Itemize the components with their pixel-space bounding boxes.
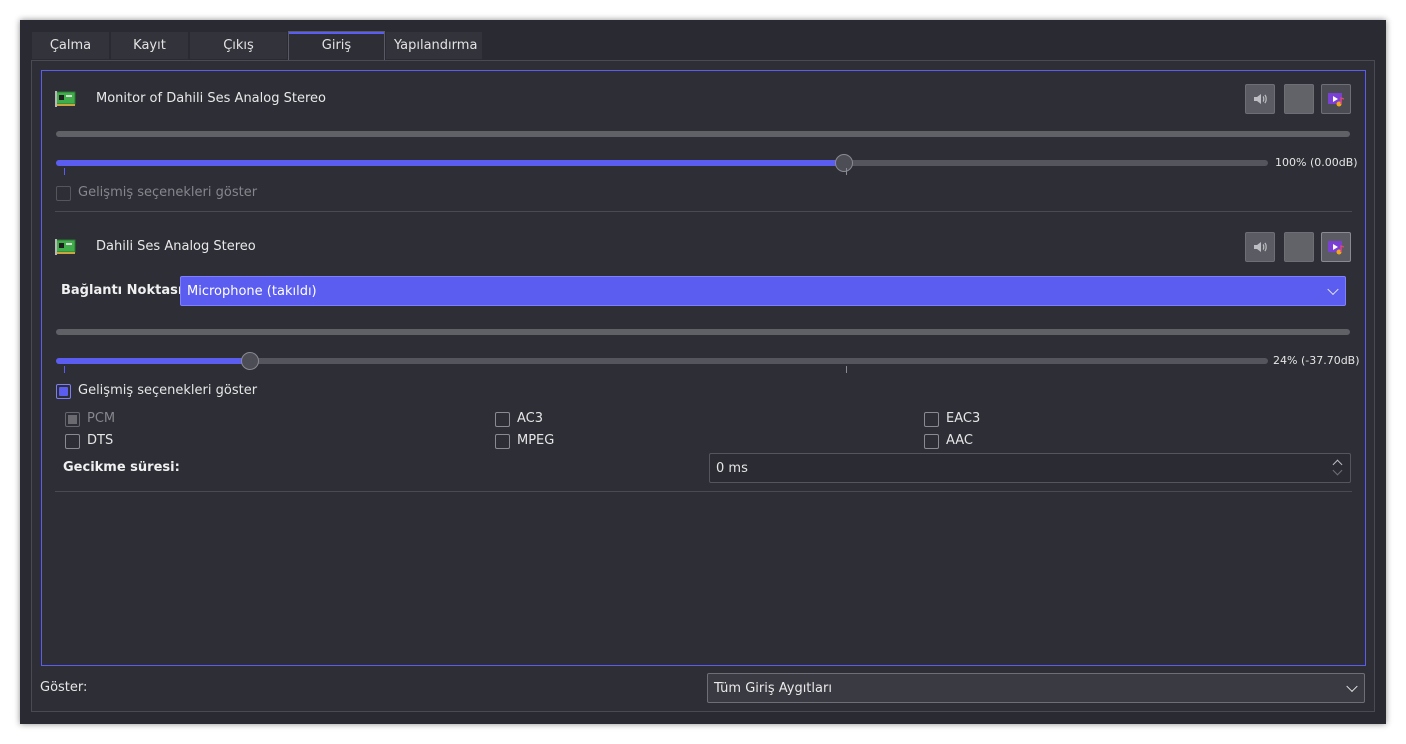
format-ac3-label: AC3 bbox=[517, 411, 544, 426]
chevron-down-icon bbox=[1327, 283, 1339, 296]
port-label: Bağlantı Noktası: bbox=[61, 283, 188, 298]
sound-card-icon bbox=[55, 91, 76, 107]
device-list[interactable]: Monitor of Dahili Ses Analog Stereo 100%… bbox=[41, 70, 1366, 666]
peak-meter bbox=[56, 329, 1350, 335]
mute-button[interactable] bbox=[1245, 84, 1275, 114]
slider-handle[interactable] bbox=[835, 154, 853, 172]
media-default-icon bbox=[1328, 93, 1345, 107]
tab-pane: Monitor of Dahili Ses Analog Stereo 100%… bbox=[31, 60, 1375, 712]
format-ac3-checkbox[interactable] bbox=[495, 412, 510, 427]
slider-fill bbox=[56, 160, 844, 166]
volume-slider[interactable] bbox=[56, 352, 1268, 373]
slider-fill bbox=[56, 358, 250, 364]
set-default-button[interactable] bbox=[1321, 232, 1351, 262]
set-default-button[interactable] bbox=[1321, 84, 1351, 114]
volume-label: 24% (-37.70dB) bbox=[1273, 354, 1360, 367]
slider-tick bbox=[64, 366, 65, 373]
device-separator bbox=[55, 491, 1352, 492]
tab-bar: Çalma Kayıt Çıkış Aygıtları Giriş Aygıtl… bbox=[31, 31, 483, 81]
lock-channels-button[interactable] bbox=[1284, 232, 1314, 262]
slider-handle[interactable] bbox=[241, 352, 259, 370]
tab-playback[interactable]: Çalma bbox=[31, 31, 110, 59]
advanced-options-label: Gelişmiş seçenekleri göster bbox=[78, 185, 258, 200]
lock-channels-button[interactable] bbox=[1284, 84, 1314, 114]
format-eac3-label: EAC3 bbox=[946, 411, 981, 426]
format-aac-checkbox[interactable] bbox=[924, 434, 939, 449]
tab-input-devices[interactable]: Giriş Aygıtları bbox=[288, 31, 385, 81]
device-separator bbox=[55, 211, 1352, 212]
speaker-icon bbox=[1254, 242, 1267, 252]
format-pcm-checkbox[interactable] bbox=[65, 412, 80, 427]
format-aac-label: AAC bbox=[946, 433, 973, 448]
latency-label: Gecikme süresi: bbox=[63, 460, 180, 475]
format-pcm-label: PCM bbox=[87, 411, 116, 426]
peak-meter bbox=[56, 131, 1350, 137]
slider-tick bbox=[846, 366, 847, 373]
format-eac3-checkbox[interactable] bbox=[924, 412, 939, 427]
spin-down-icon[interactable] bbox=[1332, 465, 1343, 476]
show-filter-value: Tüm Giriş Aygıtları bbox=[714, 680, 832, 696]
latency-spinbox[interactable]: 0 ms bbox=[709, 453, 1351, 483]
format-dts-checkbox[interactable] bbox=[65, 434, 80, 449]
speaker-icon bbox=[1254, 94, 1267, 104]
port-select[interactable]: Microphone (takıldı) bbox=[180, 276, 1346, 306]
tab-configuration[interactable]: Yapılandırma bbox=[385, 31, 483, 59]
chevron-down-icon bbox=[1346, 680, 1358, 693]
slider-tick bbox=[64, 168, 65, 175]
port-select-value: Microphone (takıldı) bbox=[187, 283, 317, 299]
slider-tick bbox=[846, 168, 847, 175]
media-default-icon bbox=[1328, 241, 1345, 255]
device-title: Monitor of Dahili Ses Analog Stereo bbox=[96, 91, 326, 106]
show-filter-select[interactable]: Tüm Giriş Aygıtları bbox=[707, 673, 1365, 703]
latency-value: 0 ms bbox=[716, 460, 748, 476]
show-label: Göster: bbox=[40, 680, 88, 695]
mute-button[interactable] bbox=[1245, 232, 1275, 262]
tab-output-devices[interactable]: Çıkış Aygıtları bbox=[189, 31, 288, 81]
pulseaudio-volume-control-window: Çalma Kayıt Çıkış Aygıtları Giriş Aygıtl… bbox=[20, 20, 1386, 724]
advanced-options-label: Gelişmiş seçenekleri göster bbox=[78, 383, 258, 398]
tab-recording[interactable]: Kayıt bbox=[110, 31, 189, 59]
volume-slider[interactable] bbox=[56, 154, 1268, 175]
advanced-options-checkbox[interactable] bbox=[56, 384, 71, 399]
advanced-options-checkbox[interactable] bbox=[56, 186, 71, 201]
format-mpeg-label: MPEG bbox=[517, 433, 555, 448]
format-mpeg-checkbox[interactable] bbox=[495, 434, 510, 449]
volume-label: 100% (0.00dB) bbox=[1275, 156, 1358, 169]
sound-card-icon bbox=[55, 239, 76, 255]
format-dts-label: DTS bbox=[87, 433, 114, 448]
device-title: Dahili Ses Analog Stereo bbox=[96, 239, 256, 254]
